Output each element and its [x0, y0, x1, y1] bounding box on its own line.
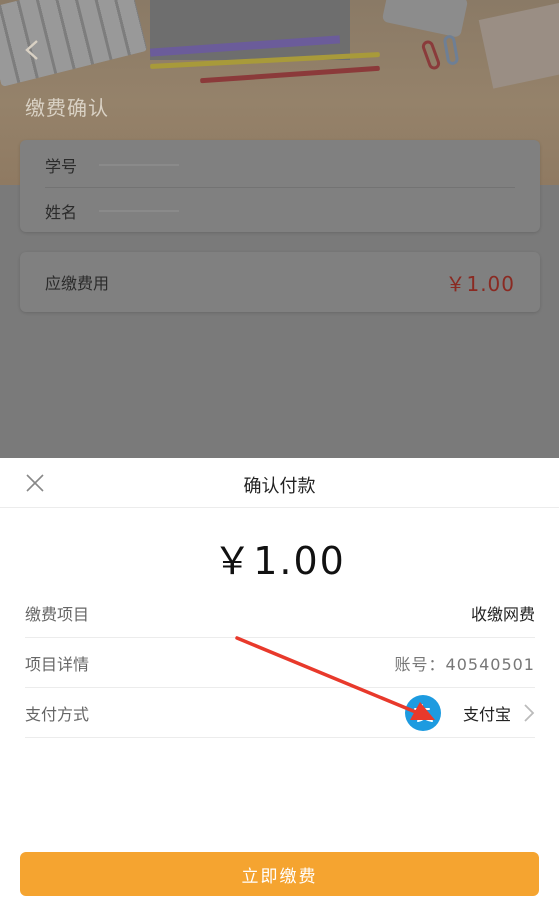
pay-now-button[interactable]: 立即缴费 [20, 852, 539, 896]
chevron-right-icon [523, 703, 535, 723]
student-name-label: 姓名 [45, 203, 78, 222]
sheet-header: 确认付款 [0, 458, 559, 508]
confirm-payment-sheet: 确认付款 ￥1.00 缴费项目 收缴网费 项目详情 账号：40540501 支付… [0, 458, 559, 907]
sheet-title: 确认付款 [243, 476, 316, 497]
item-detail-label: 项目详情 [25, 654, 90, 674]
paperclip-decoration [420, 38, 442, 72]
fee-card: 应缴费用 ￥1.00 [20, 252, 540, 312]
pencil-decoration [200, 65, 380, 84]
back-arrow-icon[interactable] [22, 38, 42, 62]
account-number-value: 账号：40540501 [394, 654, 535, 674]
student-id-label: 学号 [45, 156, 78, 176]
payment-method-label: 支付方式 [25, 704, 90, 724]
student-id-row: 学号 [45, 142, 515, 188]
page-title: 缴费确认 [25, 96, 109, 120]
fee-label: 应缴费用 [45, 274, 110, 293]
payment-amount: ￥1.00 [213, 539, 346, 583]
paperclip-decoration [442, 34, 460, 66]
card-decoration [478, 1, 559, 89]
phone-decoration [381, 0, 469, 38]
payment-method-row[interactable]: 支付方式 支付宝 [25, 688, 535, 738]
student-info-card: 学号 姓名 [20, 140, 540, 232]
student-name-row: 姓名 [45, 188, 515, 234]
item-detail-row: 项目详情 账号：40540501 [25, 638, 535, 688]
payment-method-value: 支付宝 [462, 704, 511, 724]
payment-item-row: 缴费项目 收缴网费 [25, 588, 535, 638]
student-name-value-redacted [99, 210, 180, 212]
student-id-value-redacted [99, 163, 180, 166]
payment-item-label: 缴费项目 [25, 604, 90, 624]
background-page: 缴费确认 学号 姓名 应缴费用 ￥1.00 [0, 0, 559, 470]
alipay-icon [404, 694, 441, 731]
payment-item-value: 收缴网费 [470, 604, 535, 624]
payment-method-selector[interactable]: 支付宝 [404, 694, 535, 731]
fee-amount: ￥1.00 [445, 271, 515, 296]
